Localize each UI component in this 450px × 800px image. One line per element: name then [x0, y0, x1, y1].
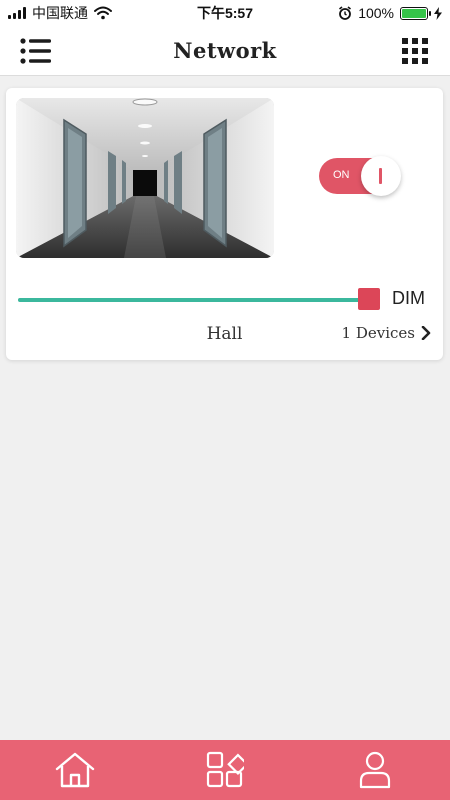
app-header: Network	[0, 26, 450, 76]
power-toggle[interactable]: ON	[319, 156, 401, 196]
charging-bolt-icon	[434, 6, 442, 20]
dim-label: DIM	[392, 288, 425, 308]
slider-fill	[18, 298, 370, 302]
page-title: Network	[173, 38, 277, 63]
status-bar: 中国联通 下午5:57 100%	[0, 0, 450, 26]
devices-link[interactable]: 1 Devices	[342, 324, 431, 342]
user-profile-icon	[359, 751, 391, 789]
grid-apps-icon	[402, 38, 428, 64]
home-icon	[55, 752, 95, 788]
status-right: 100%	[338, 5, 442, 21]
room-photo	[16, 98, 274, 258]
signal-strength-icon	[8, 7, 26, 19]
slider-thumb[interactable]	[358, 288, 381, 310]
battery-percent: 100%	[358, 5, 394, 21]
toggle-label: ON	[333, 169, 350, 181]
alarm-clock-icon	[339, 6, 352, 20]
bottom-tab-bar	[0, 740, 450, 800]
apps-grid-button[interactable]	[402, 38, 428, 64]
tab-home[interactable]	[45, 740, 105, 800]
tab-scenes[interactable]	[195, 740, 255, 800]
menu-button[interactable]	[20, 38, 52, 64]
devices-count: 1 Devices	[341, 324, 415, 342]
carrier-name: 中国联通	[32, 5, 88, 21]
chevron-right-icon	[421, 326, 431, 340]
battery-icon	[400, 6, 431, 20]
hallway-image	[16, 98, 274, 258]
dim-slider[interactable]	[18, 288, 381, 312]
status-left: 中国联通	[8, 3, 112, 23]
scenes-grid-icon	[206, 751, 244, 788]
wifi-icon	[94, 6, 112, 20]
tab-profile[interactable]	[345, 740, 405, 800]
battery-fill	[402, 8, 426, 18]
toggle-knob[interactable]	[361, 156, 401, 196]
list-menu-icon	[20, 38, 51, 64]
room-card[interactable]: ON DIM Hall 1 Devices	[6, 88, 443, 360]
